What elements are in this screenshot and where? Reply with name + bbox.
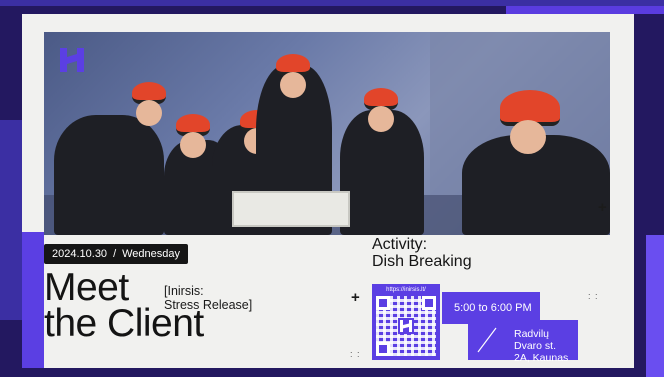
h-logo-icon [398, 318, 414, 334]
date-badge: 2024.10.30 / Wednesday [44, 244, 189, 264]
dots-icon: : : [588, 291, 599, 301]
tag-line-1: [Inirsis: [164, 284, 204, 298]
dots-icon: : : [350, 349, 361, 359]
plus-icon: + [351, 289, 360, 306]
address-text: Radvilų Dvaro st. 2A, Kaunas [514, 328, 578, 364]
qr-card[interactable]: https://inirsis.lt/ [372, 284, 440, 360]
h-logo-icon [60, 48, 84, 72]
invitation-card: + : : 2024.10.30 / Wednesday Meet the Cl… [22, 14, 634, 368]
address-line-2: 2A, Kaunas [514, 352, 569, 364]
frame-accent-bar [506, 6, 664, 14]
plus-icon: + [598, 199, 607, 216]
printer [232, 191, 350, 227]
frame-right-bar [646, 235, 664, 377]
card-accent-block [22, 232, 44, 368]
activity-block: Activity: Dish Breaking [372, 236, 472, 270]
event-tag: [Inirsis: Stress Release] [164, 284, 252, 312]
activity-label: Activity: [372, 236, 428, 253]
address-box: Radvilų Dvaro st. 2A, Kaunas [468, 320, 578, 364]
tag-line-2: Stress Release] [164, 298, 253, 312]
qr-code[interactable] [376, 296, 436, 356]
frame-left-bar [0, 120, 22, 320]
person-figure [54, 115, 164, 235]
event-time: 5:00 to 6:00 PM [454, 302, 532, 314]
team-photo [44, 32, 610, 235]
event-date: 2024.10.30 [52, 248, 108, 260]
event-weekday: Wednesday [122, 248, 181, 260]
address-line-1: Radvilų Dvaro st. [514, 328, 557, 352]
slash-icon [477, 327, 497, 353]
date-separator: / [113, 248, 117, 260]
qr-url[interactable]: https://inirsis.lt/ [375, 287, 437, 293]
activity-name: Dish Breaking [372, 253, 472, 270]
